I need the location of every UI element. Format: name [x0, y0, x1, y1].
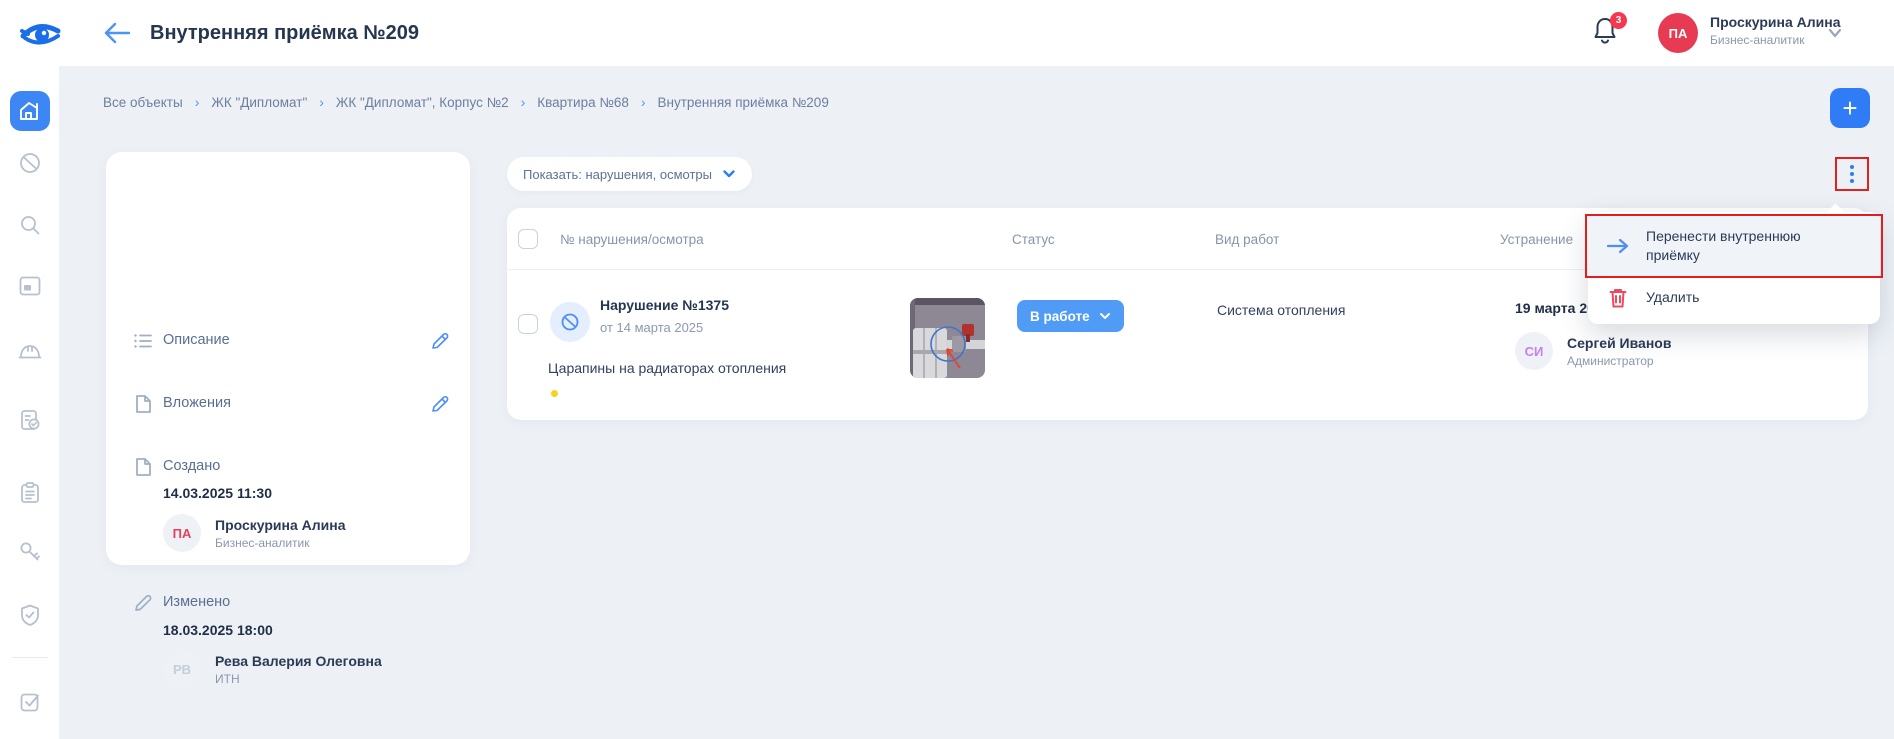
file-icon	[132, 456, 154, 478]
modified-date: 18.03.2025 18:00	[163, 622, 273, 638]
created-date: 14.03.2025 11:30	[163, 485, 272, 501]
add-button[interactable]: +	[1830, 88, 1870, 128]
created-section-label: Создано	[163, 458, 220, 474]
sidebar-item-shield-check-icon[interactable]	[10, 595, 50, 635]
list-icon	[132, 330, 154, 352]
sidebar-item-hard-hat-icon[interactable]	[10, 332, 50, 372]
marker-dot	[551, 390, 558, 397]
acceptance-info-card: Описание Вложения Создано 14.03.2025 11:…	[106, 152, 470, 565]
sidebar-item-clipboard-list-icon[interactable]	[10, 473, 50, 513]
assignee-role: Администратор	[1567, 354, 1671, 368]
created-user: ПА Проскурина Алина Бизнес-аналитик	[163, 514, 346, 552]
page-title: Внутренняя приёмка №209	[150, 0, 419, 66]
assignee-cell: СИ Сергей Иванов Администратор	[1515, 332, 1671, 370]
breadcrumb-item[interactable]: Квартира №68	[537, 95, 629, 110]
work-type-cell: Система отопления	[1217, 302, 1345, 318]
user-menu-chevron-down-icon[interactable]	[1826, 26, 1844, 40]
created-user-avatar: ПА	[163, 514, 201, 552]
show-filter-label: Показать: нарушения, осмотры	[523, 167, 712, 182]
modified-user-name: Рева Валерия Олеговна	[215, 653, 382, 669]
modified-user: РВ Рева Валерия Олеговна ИТН	[163, 650, 382, 688]
row-checkbox[interactable]	[518, 314, 538, 334]
breadcrumb-separator: ›	[195, 94, 200, 110]
menu-item-move-acceptance[interactable]: Перенести внутреннюю приёмку	[1588, 216, 1880, 276]
more-actions-kebab-button[interactable]	[1835, 157, 1869, 191]
modified-user-avatar: РВ	[163, 650, 201, 688]
created-user-role: Бизнес-аналитик	[215, 536, 346, 550]
breadcrumb-separator: ›	[319, 94, 324, 110]
assignee-name: Сергей Иванов	[1567, 335, 1671, 351]
sidebar-divider	[12, 657, 48, 658]
breadcrumb-separator: ›	[641, 94, 646, 110]
violation-title[interactable]: Нарушение №1375	[600, 297, 729, 313]
modified-user-role: ИТН	[215, 672, 382, 686]
assignee-avatar: СИ	[1515, 332, 1553, 370]
notifications-badge: 3	[1610, 12, 1627, 29]
menu-item-label: Перенести внутреннюю приёмку	[1646, 227, 1856, 265]
back-button[interactable]	[102, 20, 132, 46]
sidebar-item-card-icon[interactable]	[10, 266, 50, 306]
violation-type-icon	[550, 302, 590, 342]
breadcrumb-separator: ›	[521, 94, 526, 110]
show-filter-dropdown[interactable]: Показать: нарушения, осмотры	[507, 157, 752, 191]
user-role: Бизнес-аналитик	[1710, 33, 1841, 47]
breadcrumb-item[interactable]: ЖК "Дипломат", Корпус №2	[336, 95, 509, 110]
sidebar-item-clipboard-check-icon[interactable]	[10, 400, 50, 440]
sidebar-item-checkbox-icon[interactable]	[10, 682, 50, 722]
sidebar-item-block-icon[interactable]	[10, 143, 50, 183]
column-header-number: № нарушения/осмотра	[560, 232, 704, 247]
column-header-work-type: Вид работ	[1215, 232, 1279, 247]
violation-description: Царапины на радиаторах отопления	[548, 360, 786, 376]
edit-attachments-pencil-icon[interactable]	[430, 394, 450, 414]
menu-item-delete[interactable]: Удалить	[1588, 276, 1880, 320]
user-avatar[interactable]: ПА	[1658, 13, 1698, 53]
column-header-status: Статус	[1012, 232, 1055, 247]
created-user-name: Проскурина Алина	[215, 517, 346, 533]
status-label: В работе	[1030, 309, 1090, 324]
notifications-bell-icon[interactable]: 3	[1592, 16, 1626, 52]
user-block[interactable]: Проскурина Алина Бизнес-аналитик	[1710, 14, 1841, 47]
edit-description-pencil-icon[interactable]	[430, 331, 450, 351]
top-bar: Внутренняя приёмка №209 3 ПА Проскурина …	[0, 0, 1894, 66]
chevron-down-icon	[1099, 312, 1111, 320]
sidebar-item-search-icon[interactable]	[10, 205, 50, 245]
app-logo-eye-icon[interactable]	[18, 14, 64, 52]
breadcrumb-item[interactable]: Все объекты	[103, 95, 183, 110]
sidebar-item-home-icon[interactable]	[10, 91, 50, 131]
context-menu: Перенести внутреннюю приёмку Удалить	[1588, 212, 1880, 324]
modified-section-label: Изменено	[163, 594, 230, 610]
select-all-checkbox[interactable]	[518, 229, 538, 249]
chevron-down-icon	[722, 169, 736, 179]
file-icon	[132, 393, 154, 415]
pencil-icon	[132, 592, 154, 614]
sidebar-item-key-icon[interactable]	[10, 532, 50, 572]
description-section-label: Описание	[163, 332, 230, 348]
breadcrumb-item[interactable]: ЖК "Дипломат"	[211, 95, 307, 110]
trash-icon	[1606, 287, 1630, 309]
arrow-right-icon	[1606, 238, 1630, 254]
menu-item-label: Удалить	[1646, 288, 1699, 307]
violation-photo-thumbnail[interactable]	[910, 298, 985, 378]
breadcrumb: Все объекты › ЖК "Дипломат" › ЖК "Диплом…	[103, 94, 829, 110]
attachments-section-label: Вложения	[163, 395, 231, 411]
status-dropdown-button[interactable]: В работе	[1017, 300, 1124, 332]
user-name: Проскурина Алина	[1710, 14, 1841, 30]
breadcrumb-item-current: Внутренняя приёмка №209	[658, 95, 829, 110]
violation-date: от 14 марта 2025	[600, 320, 703, 335]
column-header-elimination: Устранение	[1500, 232, 1573, 247]
sidebar-nav	[0, 66, 60, 739]
